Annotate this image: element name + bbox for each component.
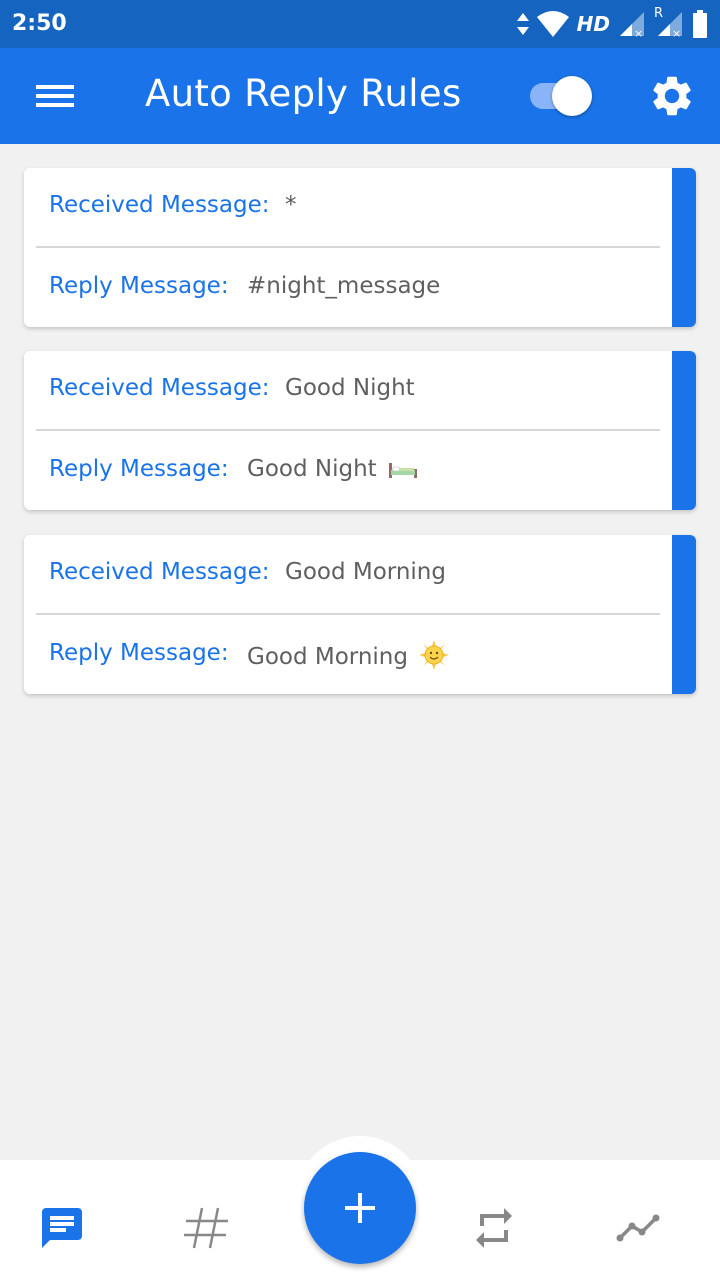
reply-label: Reply Message: xyxy=(49,273,229,299)
sun-face-emoji-icon xyxy=(419,640,450,670)
received-value: * xyxy=(285,192,297,218)
reply-value: #night_message xyxy=(247,273,441,299)
nav-stats[interactable] xyxy=(614,1204,662,1252)
reply-label: Reply Message: xyxy=(49,640,229,666)
received-label: Received Message: xyxy=(49,375,270,401)
auto-reply-toggle[interactable] xyxy=(528,74,596,118)
roaming-signal: R × xyxy=(654,6,684,38)
received-value: Good Morning xyxy=(285,559,446,585)
menu-button[interactable] xyxy=(30,76,82,116)
svg-text:×: × xyxy=(634,27,643,38)
card-divider xyxy=(36,613,660,615)
card-divider xyxy=(36,246,660,248)
add-rule-button[interactable] xyxy=(304,1152,416,1264)
rule-card[interactable]: Received Message: Good Night Reply Messa… xyxy=(24,351,696,510)
status-time: 2:50 xyxy=(12,11,67,36)
toggle-thumb xyxy=(552,76,592,116)
hd-label: HD xyxy=(576,12,610,36)
app-bar: Auto Reply Rules xyxy=(0,48,720,144)
status-icons: HD × R × xyxy=(516,6,708,40)
received-value: Good Night xyxy=(285,375,415,401)
received-label: Received Message: xyxy=(49,559,270,585)
card-divider xyxy=(36,429,660,431)
messages-icon xyxy=(42,1208,82,1248)
nav-repeat[interactable] xyxy=(470,1204,518,1252)
nav-hashtags[interactable] xyxy=(182,1204,230,1252)
rule-card[interactable]: Received Message: Good Morning Reply Mes… xyxy=(24,535,696,694)
rule-card[interactable]: Received Message: * Reply Message: #nigh… xyxy=(24,168,696,327)
signal-roaming-icon: × xyxy=(658,12,682,38)
card-accent xyxy=(672,168,696,327)
reply-value: Good Night xyxy=(247,456,377,482)
bed-emoji-icon xyxy=(388,463,417,478)
signal-icon: × xyxy=(620,12,644,38)
card-accent xyxy=(672,535,696,694)
hashtag-icon xyxy=(184,1207,228,1249)
svg-text:×: × xyxy=(672,27,681,38)
reply-value-row: Good Morning xyxy=(247,640,450,670)
data-arrows-icon xyxy=(516,13,529,35)
received-label: Received Message: xyxy=(49,192,270,218)
status-bar: 2:50 HD × R × xyxy=(0,0,720,48)
stats-icon xyxy=(616,1214,660,1242)
repeat-icon xyxy=(476,1208,512,1248)
nav-messages[interactable] xyxy=(38,1204,86,1252)
battery-icon xyxy=(693,10,707,38)
reply-label: Reply Message: xyxy=(49,456,229,482)
gear-icon xyxy=(653,76,691,116)
card-accent xyxy=(672,351,696,510)
menu-icon xyxy=(36,85,74,107)
plus-icon xyxy=(345,1193,375,1223)
wifi-icon xyxy=(536,11,569,37)
reply-value: Good Morning xyxy=(247,644,408,670)
page-title: Auto Reply Rules xyxy=(145,72,462,115)
settings-button[interactable] xyxy=(648,72,696,120)
reply-value-row: Good Night xyxy=(247,456,418,482)
